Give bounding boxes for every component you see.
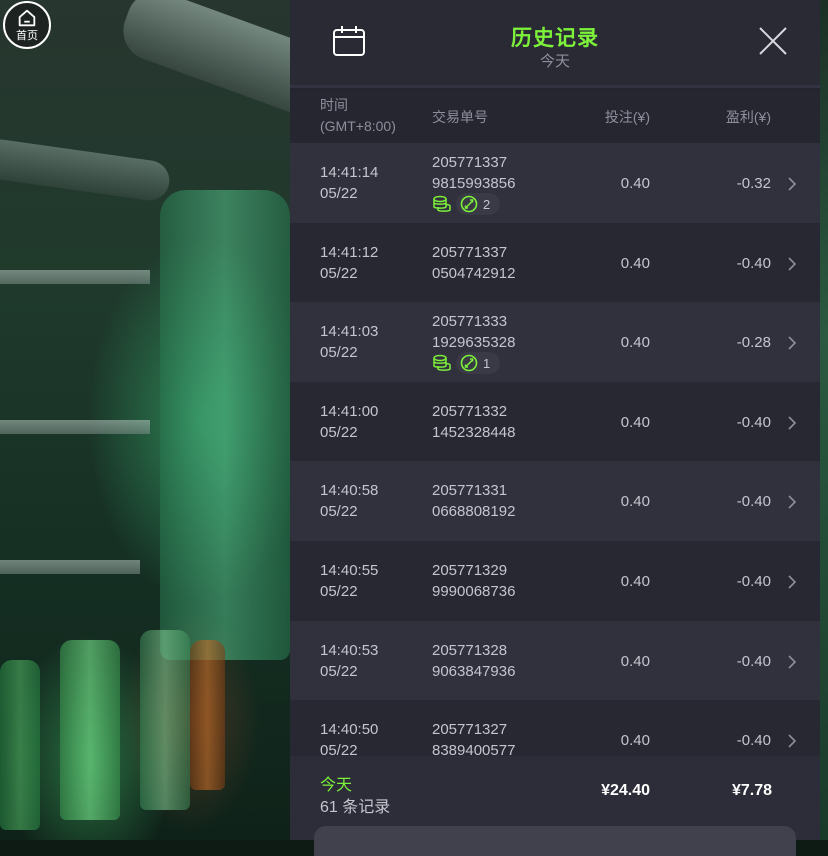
row-profit: -0.40 [736, 254, 771, 272]
record-list[interactable]: 14:41:14 05/22 205771337 9815993856 0.40… [290, 143, 820, 756]
chevron-right-icon [788, 575, 797, 589]
chevron-right-icon [788, 177, 797, 191]
coins-icon [433, 354, 451, 372]
total-bet: ¥24.40 [601, 782, 650, 799]
row-order-id: 205771337 9815993856 [432, 154, 516, 192]
background-edge [820, 0, 828, 840]
row-badge: 1 [432, 352, 501, 375]
record-row[interactable]: 14:41:14 05/22 205771337 9815993856 0.40… [290, 143, 820, 223]
page-title: 历史记录 [511, 27, 599, 50]
badge-count: 1 [483, 355, 491, 371]
row-time: 14:41:00 05/22 [320, 402, 379, 441]
row-profit: -0.40 [736, 493, 771, 511]
row-time: 14:40:58 05/22 [320, 482, 379, 521]
record-row[interactable]: 14:41:00 05/22 205771332 1452328448 0.40… [290, 381, 820, 462]
badge-count: 2 [483, 196, 491, 212]
close-icon[interactable] [758, 26, 788, 56]
record-row[interactable]: 14:40:55 05/22 205771329 9990068736 0.40… [290, 540, 820, 621]
row-time: 14:40:50 05/22 [320, 721, 379, 756]
row-order-id: 205771329 9990068736 [432, 561, 516, 600]
record-row[interactable]: 14:40:58 05/22 205771331 0668808192 0.40… [290, 461, 820, 541]
row-order-id: 205771332 1452328448 [432, 402, 516, 441]
home-button[interactable]: 首页 [3, 1, 51, 49]
row-bet: 0.40 [620, 413, 650, 431]
chevron-right-icon [788, 416, 797, 430]
history-panel: 历史记录 今天 时间 (GMT+8:00) 交易单号 投注(¥) 盈利(¥) 1… [290, 0, 820, 856]
record-row[interactable]: 14:40:50 05/22 205771327 8389400577 0.40… [290, 700, 820, 756]
record-row[interactable]: 14:41:03 05/22 205771333 1929635328 0.40… [290, 302, 820, 382]
refresh-icon [460, 354, 478, 372]
page-subtitle: 今天 [539, 53, 570, 70]
row-time: 14:41:03 05/22 [320, 323, 379, 362]
column-order: 交易单号 [432, 109, 488, 125]
footer-period: 今天 [320, 777, 353, 794]
row-order-id: 205771328 9063847936 [432, 641, 516, 680]
column-header: 时间 (GMT+8:00) 交易单号 投注(¥) 盈利(¥) [290, 91, 820, 143]
bottom-sheet-handle[interactable] [314, 826, 796, 856]
row-profit: -0.40 [736, 413, 771, 431]
row-bet: 0.40 [620, 732, 650, 750]
row-time: 14:40:53 05/22 [320, 641, 379, 680]
chevron-right-icon [788, 257, 797, 271]
column-profit: 盈利(¥) [725, 109, 771, 125]
chevron-right-icon [788, 495, 797, 509]
row-bet: 0.40 [620, 175, 650, 192]
row-bet: 0.40 [620, 652, 650, 670]
row-profit: -0.40 [736, 572, 771, 590]
row-order-id: 205771331 0668808192 [432, 482, 516, 521]
row-bet: 0.40 [620, 493, 650, 511]
free-spin-pill: 1 [456, 352, 501, 375]
chevron-right-icon [788, 654, 797, 669]
row-time: 14:41:14 05/22 [320, 164, 379, 202]
free-spin-pill: 2 [456, 193, 501, 215]
row-bet: 0.40 [620, 572, 650, 590]
coins-icon [433, 195, 451, 212]
record-count: 61 条记录 [320, 799, 391, 816]
row-profit: -0.40 [736, 652, 771, 670]
row-order-id: 205771333 1929635328 [432, 313, 516, 352]
row-order-id: 205771337 0504742912 [432, 243, 516, 282]
row-time: 14:40:55 05/22 [320, 561, 379, 600]
total-profit: ¥7.78 [731, 782, 772, 799]
record-row[interactable]: 14:41:12 05/22 205771337 0504742912 0.40… [290, 222, 820, 303]
row-badge: 2 [432, 193, 501, 215]
panel-header: 历史记录 今天 [290, 0, 820, 88]
home-label: 首页 [16, 29, 38, 42]
row-order-id: 205771327 8389400577 [432, 721, 516, 756]
record-row[interactable]: 14:40:53 05/22 205771328 9063847936 0.40… [290, 620, 820, 701]
chevron-right-icon [788, 336, 797, 350]
refresh-icon [460, 195, 478, 213]
row-time: 14:41:12 05/22 [320, 243, 379, 282]
column-time: 时间 (GMT+8:00) [320, 97, 396, 134]
row-profit: -0.28 [736, 334, 771, 352]
row-bet: 0.40 [620, 254, 650, 272]
home-icon [18, 9, 36, 26]
row-profit: -0.32 [736, 175, 771, 192]
row-profit: -0.40 [736, 732, 771, 750]
column-bet: 投注(¥) [604, 109, 650, 125]
chevron-right-icon [788, 734, 797, 748]
row-bet: 0.40 [620, 334, 650, 352]
